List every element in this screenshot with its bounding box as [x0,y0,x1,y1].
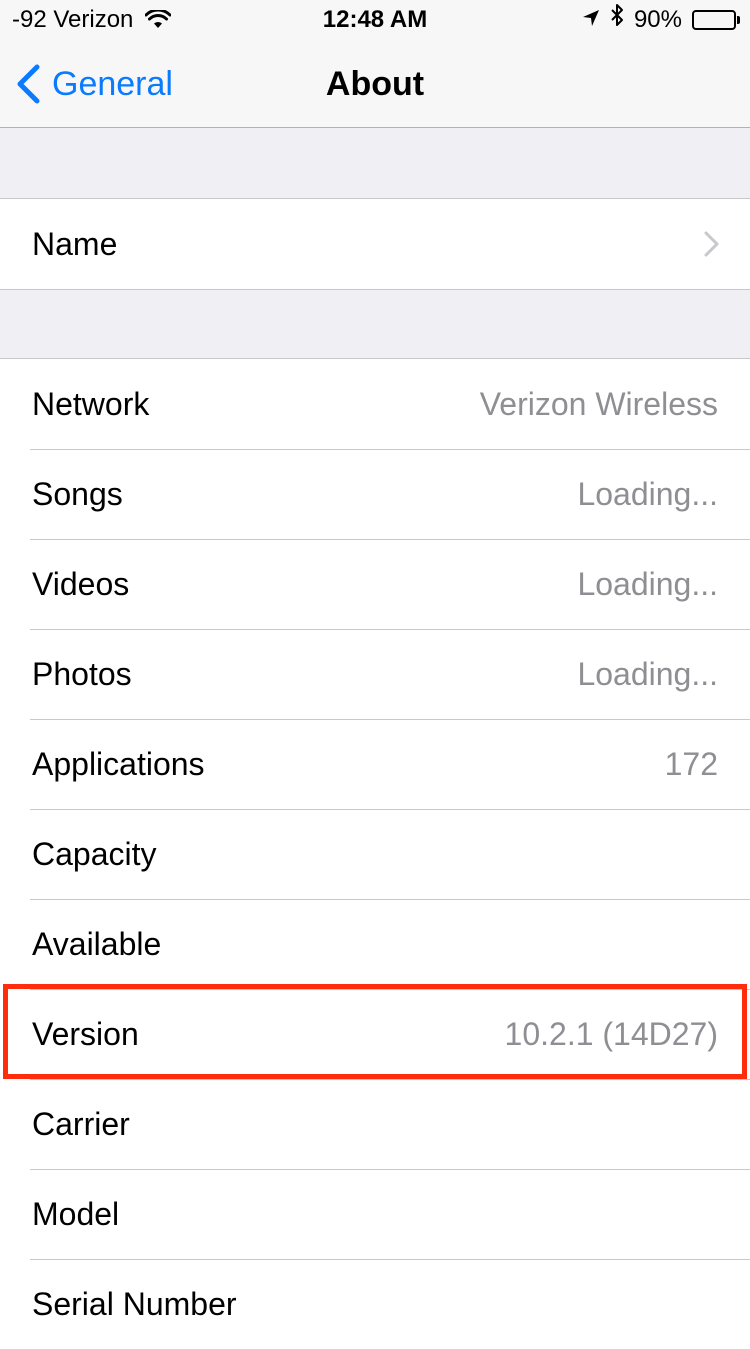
info-row-network[interactable]: Network Verizon Wireless [0,359,750,449]
info-row-model[interactable]: Model [0,1169,750,1259]
info-label: Network [32,385,150,422]
info-value: Loading... [577,565,718,602]
info-label: Serial Number [32,1285,237,1322]
info-value: 10.2.1 (14D27) [504,1015,718,1052]
info-label: Carrier [32,1105,130,1142]
status-right: 90% [582,0,740,40]
info-label: Version [32,1015,139,1052]
battery-percent: 90% [633,6,682,33]
name-group: Name [0,198,750,290]
info-label: Songs [32,475,123,512]
info-label: Available [32,925,162,962]
info-row-videos: Videos Loading... [0,539,750,629]
info-row-photos: Photos Loading... [0,629,750,719]
bluetooth-icon [610,0,624,40]
info-row-available: Available [0,899,750,989]
info-row-version[interactable]: Version 10.2.1 (14D27) [0,989,750,1079]
info-row-carrier[interactable]: Carrier [0,1079,750,1169]
info-row-capacity: Capacity [0,809,750,899]
info-label: Applications [32,745,205,782]
info-label: Videos [32,565,130,602]
info-label: Capacity [32,835,157,872]
info-value: 172 [664,745,718,782]
info-group: Network Verizon Wireless Songs Loading..… [0,358,750,1349]
location-arrow-icon [582,0,600,40]
info-value: Verizon Wireless [479,385,718,422]
name-row[interactable]: Name [0,199,750,289]
navigation-bar: General About [0,40,750,128]
info-label: Photos [32,655,132,692]
page-title: About [325,65,425,103]
info-row-songs: Songs Loading... [0,449,750,539]
name-label: Name [32,225,118,262]
chevron-right-icon [704,231,719,257]
battery-icon [692,10,740,30]
info-value: Loading... [577,655,718,692]
info-label: Model [32,1195,120,1232]
info-row-applications: Applications 172 [0,719,750,809]
info-value: Loading... [577,475,718,512]
status-bar: -92 Verizon 12:48 AM 90% [0,0,750,40]
info-row-serial-number[interactable]: Serial Number [0,1259,750,1349]
